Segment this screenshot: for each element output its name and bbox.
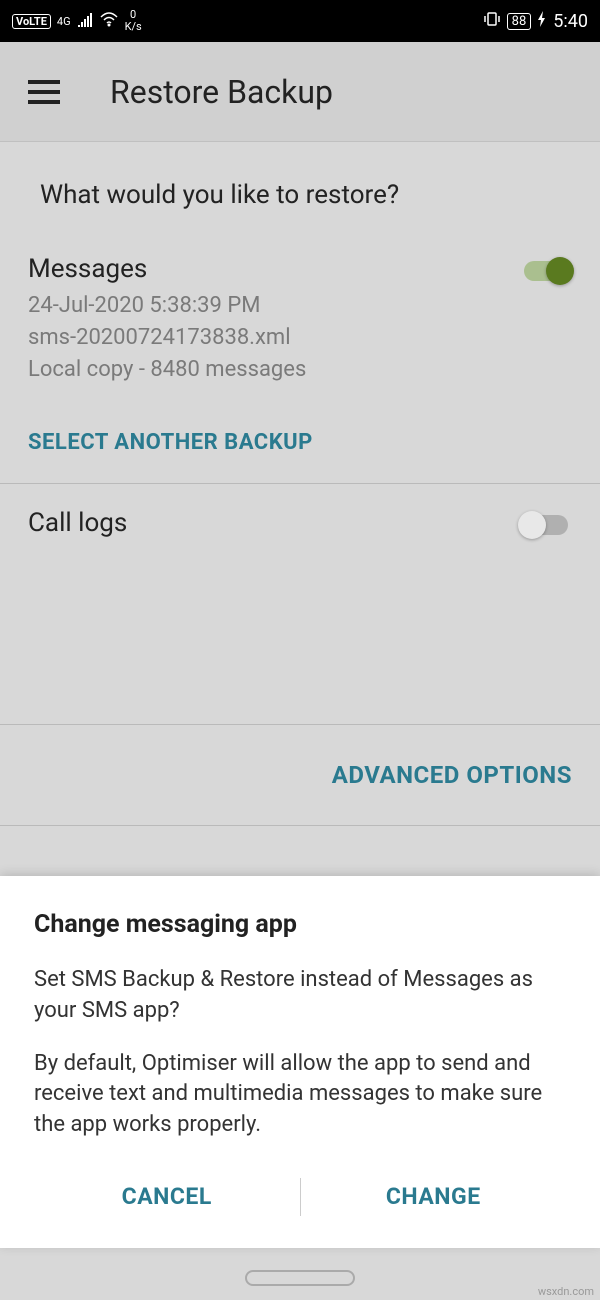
content-area: What would you like to restore? Messages… [0, 142, 600, 826]
messages-item: Messages 24-Jul-2020 5:38:39 PM sms-2020… [0, 230, 600, 410]
select-another-backup-button[interactable]: SELECT ANOTHER BACKUP [0, 410, 600, 483]
network-4g-icon: 4G [57, 15, 71, 28]
advanced-options-button[interactable]: ADVANCED OPTIONS [332, 761, 572, 789]
dialog-actions: CANCEL CHANGE [34, 1163, 566, 1230]
advanced-row: ADVANCED OPTIONS [0, 724, 600, 826]
watermark: wsxdn.com [538, 1285, 594, 1298]
signal-icon [77, 12, 93, 31]
status-right: 88 5:40 [483, 11, 588, 32]
messages-location: Local copy - 8480 messages [28, 354, 572, 386]
dialog-title: Change messaging app [34, 910, 566, 939]
messages-toggle[interactable] [520, 258, 572, 284]
nav-gesture-pill[interactable] [245, 1270, 355, 1286]
call-logs-item: Call logs [0, 484, 600, 724]
network-speed: 0 K/s [125, 9, 142, 33]
wifi-icon [99, 11, 119, 31]
status-bar: VoLTE 4G 0 K/s 88 5:40 [0, 0, 600, 42]
messages-title: Messages [28, 254, 572, 284]
charging-icon [537, 11, 547, 31]
status-left: VoLTE 4G 0 K/s [12, 9, 142, 33]
change-messaging-dialog: Change messaging app Set SMS Backup & Re… [0, 876, 600, 1248]
section-heading: What would you like to restore? [0, 142, 600, 230]
battery-icon: 88 [507, 13, 532, 30]
dialog-text-2: By default, Optimiser will allow the app… [34, 1049, 566, 1141]
status-time: 5:40 [553, 11, 588, 32]
call-logs-title: Call logs [28, 508, 572, 538]
volte-badge: VoLTE [12, 14, 51, 29]
app-bar: Restore Backup [0, 42, 600, 142]
dialog-body: Set SMS Backup & Restore instead of Mess… [34, 965, 566, 1141]
messages-timestamp: 24-Jul-2020 5:38:39 PM [28, 290, 572, 322]
dialog-text-1: Set SMS Backup & Restore instead of Mess… [34, 965, 566, 1027]
menu-icon[interactable] [28, 80, 60, 104]
change-button[interactable]: CHANGE [301, 1163, 567, 1230]
vibrate-icon [483, 11, 501, 31]
cancel-button[interactable]: CANCEL [34, 1163, 300, 1230]
page-title: Restore Backup [110, 73, 333, 111]
messages-filename: sms-20200724173838.xml [28, 322, 572, 354]
call-logs-toggle[interactable] [520, 512, 572, 538]
